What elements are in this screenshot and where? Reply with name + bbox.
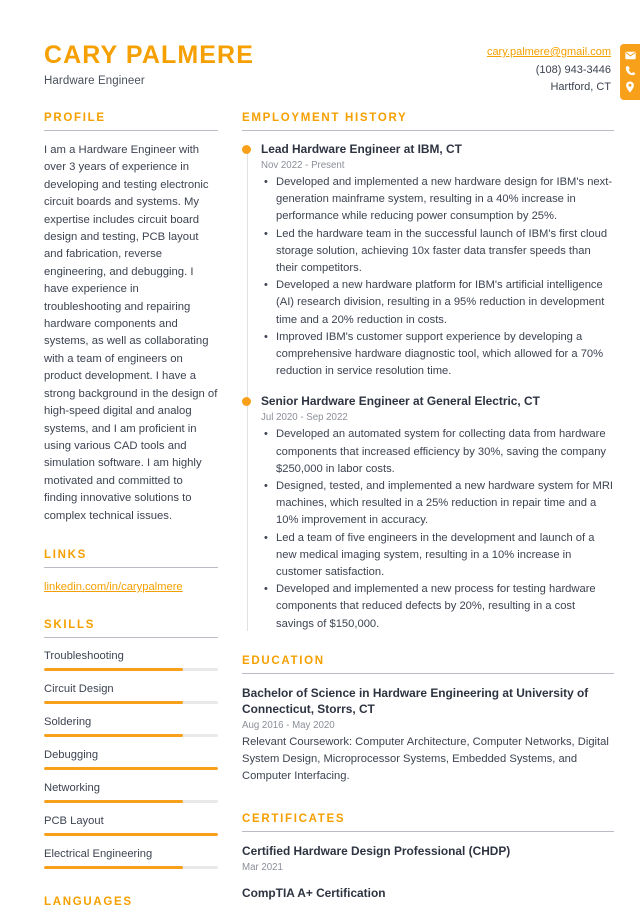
bar-fill <box>44 700 184 704</box>
identity-block: CARY PALMERE Hardware Engineer <box>44 38 254 87</box>
main-column: EMPLOYMENT HISTORY Lead Hardware Enginee… <box>232 112 640 905</box>
section-employment: EMPLOYMENT HISTORY Lead Hardware Enginee… <box>242 112 614 633</box>
employment-entry: Senior Hardware Engineer at General Elec… <box>242 394 614 632</box>
section-title-employment: EMPLOYMENT HISTORY <box>242 112 408 124</box>
section-divider <box>44 130 218 131</box>
bar-fill <box>44 733 184 737</box>
bar-fill <box>44 667 184 671</box>
education-date: Aug 2016 - May 2020 <box>242 719 335 731</box>
education-title: Bachelor of Science in Hardware Engineer… <box>242 685 589 716</box>
section-divider <box>44 636 218 638</box>
resume-header: CARY PALMERE Hardware Engineer cary.palm… <box>0 0 640 112</box>
skills-list: Troubleshooting Circuit Design Soldering De… <box>44 649 218 869</box>
section-title-links: LINKS <box>44 548 87 561</box>
bar-track <box>44 700 218 704</box>
employment-bullets: Developed and implemented a new hardware… <box>261 174 614 380</box>
bar-label: Electrical Engineering <box>44 847 153 860</box>
bar-label: PCB Layout <box>44 814 104 827</box>
section-links: LINKS linkedin.com/in/carypalmere <box>44 549 218 595</box>
bar-track <box>44 766 218 770</box>
section-title-certificates: CERTIFICATES <box>242 813 346 826</box>
section-title-education: EDUCATION <box>242 654 325 667</box>
section-divider <box>44 566 218 568</box>
employment-date: Nov 2022 - Present <box>261 160 345 171</box>
employment-bullet: Developed an automated system for collec… <box>261 426 614 478</box>
contact-email-link[interactable]: cary.palmere@gmail.com <box>487 44 611 62</box>
bar-row: Networking <box>44 781 218 803</box>
section-education: EDUCATION Bachelor of Science in Hardwar… <box>242 655 614 786</box>
education-list: Bachelor of Science in Hardware Engineer… <box>242 685 614 786</box>
contact-lines: cary.palmere@gmail.com (108) 943-3446 Ha… <box>487 44 620 97</box>
bar-label: Troubleshooting <box>44 649 124 662</box>
envelope-icon <box>624 51 636 60</box>
education-description: Relevant Coursework: Computer Architectu… <box>242 735 609 783</box>
contact-icon-tab <box>620 44 640 100</box>
employment-title: Lead Hardware Engineer at IBM, CT <box>261 142 462 156</box>
employment-entry: Lead Hardware Engineer at IBM, CT Nov 202… <box>242 142 614 380</box>
section-skills: SKILLS Troubleshooting Circuit Design Sold… <box>44 619 218 869</box>
section-languages: LANGUAGES EnglishDutch <box>44 896 218 905</box>
contact-location: Hartford, CT <box>550 81 611 93</box>
bar-row: Debugging <box>44 748 218 770</box>
certificate-title: CompTIA A+ Certification <box>242 886 386 901</box>
bar-row: Circuit Design <box>44 682 218 704</box>
bar-row: PCB Layout <box>44 814 218 836</box>
section-divider <box>242 130 614 131</box>
bar-row: Troubleshooting <box>44 649 218 671</box>
candidate-name: CARY PALMERE <box>44 41 254 69</box>
candidate-job-title: Hardware Engineer <box>44 74 145 87</box>
section-title-profile: PROFILE <box>44 112 106 124</box>
employment-date: Jul 2020 - Sep 2022 <box>261 412 348 424</box>
certificate-title: Certified Hardware Design Professional (… <box>242 844 511 859</box>
certificate-date: Mar 2021 <box>242 862 283 874</box>
section-profile: PROFILE I am a Hardware Engineer with ov… <box>44 112 218 525</box>
employment-bullet: Developed a new hardware platform for IB… <box>261 277 614 329</box>
bar-label: Debugging <box>44 748 99 761</box>
link-item-linkedin[interactable]: linkedin.com/in/carypalmere <box>44 579 218 595</box>
bar-fill <box>44 832 218 836</box>
contact-phone: (108) 943-3446 <box>535 63 611 76</box>
employment-bullets: Developed an automated system for collec… <box>261 426 614 632</box>
employment-bullet: Designed, tested, and implemented a new … <box>261 478 614 530</box>
bar-row: Soldering <box>44 715 218 737</box>
bar-label: Soldering <box>44 715 92 728</box>
section-divider <box>242 831 614 833</box>
bar-track <box>44 865 218 869</box>
employment-bullet: Improved IBM's customer support experien… <box>261 329 614 381</box>
profile-text: I am a Hardware Engineer with over 3 yea… <box>44 144 218 522</box>
section-title-languages: LANGUAGES <box>44 895 133 905</box>
bar-row: Electrical Engineering <box>44 847 218 869</box>
certificate-entry: CompTIA A+ CertificationNov 2019 <box>242 885 614 905</box>
employment-bullet: Led a team of five engineers in the deve… <box>261 530 614 582</box>
employment-title: Senior Hardware Engineer at General Elec… <box>261 394 540 409</box>
contact-block: cary.palmere@gmail.com (108) 943-3446 Ha… <box>487 38 640 100</box>
bar-track <box>44 799 218 803</box>
certificate-entry: Certified Hardware Design Professional (… <box>242 843 614 873</box>
section-certificates: CERTIFICATES Certified Hardware Design P… <box>242 813 614 905</box>
employment-bullet: Developed and implemented a new process … <box>261 581 614 633</box>
section-divider <box>242 672 614 674</box>
sidebar-column: PROFILE I am a Hardware Engineer with ov… <box>0 112 232 905</box>
bar-label: Circuit Design <box>44 682 114 695</box>
bar-fill <box>44 799 184 803</box>
phone-icon <box>625 65 636 76</box>
resume-page: CARY PALMERE Hardware Engineer cary.palm… <box>0 0 640 905</box>
bar-track <box>44 733 218 737</box>
resume-body: PROFILE I am a Hardware Engineer with ov… <box>0 112 640 905</box>
bar-fill <box>44 766 218 770</box>
bar-track <box>44 832 218 836</box>
bar-track <box>44 667 218 671</box>
map-pin-icon <box>625 81 635 93</box>
employment-timeline: Lead Hardware Engineer at IBM, CT Nov 202… <box>242 142 614 633</box>
employment-bullet: Led the hardware team in the successful … <box>261 226 614 278</box>
education-entry: Bachelor of Science in Hardware Engineer… <box>242 685 614 786</box>
bar-fill <box>44 865 184 869</box>
timeline-dot-icon <box>242 397 251 407</box>
certificates-list: Certified Hardware Design Professional (… <box>242 843 614 905</box>
employment-bullet: Developed and implemented a new hardware… <box>261 174 614 226</box>
timeline-dot-icon <box>242 145 251 154</box>
section-title-skills: SKILLS <box>44 618 96 631</box>
bar-label: Networking <box>44 781 100 794</box>
